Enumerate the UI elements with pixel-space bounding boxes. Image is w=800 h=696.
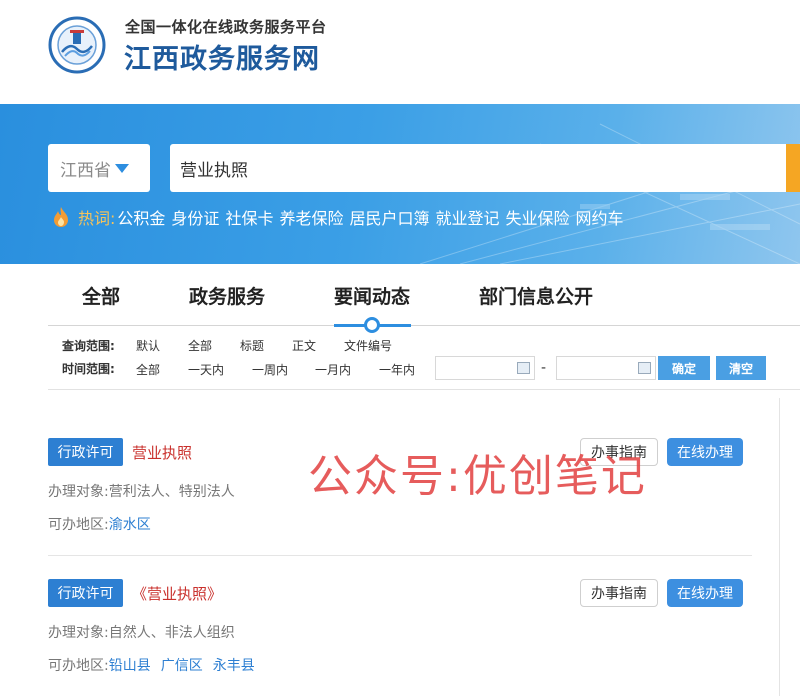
site-header: 全国一体化在线政务服务平台 江西政务服务网 <box>0 0 800 104</box>
online-apply-button[interactable]: 在线办理 <box>667 438 743 466</box>
result-target: 办理对象:自然人、非法人组织 <box>48 622 235 642</box>
time-filter-row: 时间范围: <box>62 358 136 378</box>
clear-button[interactable]: 清空 <box>716 356 766 380</box>
region-dropdown[interactable]: 江西省 <box>48 144 150 192</box>
target-value: 自然人、非法人组织 <box>108 625 235 641</box>
area-label: 可办地区: <box>48 517 109 533</box>
guide-button[interactable]: 办事指南 <box>580 579 658 607</box>
category-badge: 行政许可 <box>48 438 123 466</box>
tab-divider <box>48 325 800 326</box>
tab-news[interactable]: 要闻动态 <box>334 282 410 309</box>
target-label: 办理对象: <box>48 625 109 641</box>
scope-filter-label: 查询范围: <box>62 338 115 353</box>
result-divider <box>48 555 752 556</box>
time-option-year[interactable]: 一年内 <box>379 361 415 378</box>
hot-keyword[interactable]: 网约车 <box>576 205 624 229</box>
date-separator: - <box>541 360 547 376</box>
result-item: 行政许可 《营业执照》 办理对象:自然人、非法人组织 可办地区:铅山县 广信区 永丰… <box>48 579 752 679</box>
search-banner: 江西省 热词: 公积金 身份证 社保卡 养老保险 居民户口簿 就业登记 失业保险… <box>0 104 800 264</box>
end-date-input[interactable] <box>556 356 656 380</box>
time-filter-label: 时间范围: <box>62 361 115 376</box>
scope-option-body[interactable]: 正文 <box>292 337 316 354</box>
result-title[interactable]: 营业执照 <box>132 442 192 463</box>
confirm-button[interactable]: 确定 <box>658 356 710 380</box>
scrollbar-track[interactable] <box>779 398 780 696</box>
scope-option-doc-number[interactable]: 文件编号 <box>344 337 392 354</box>
result-areas: 可办地区:铅山县 广信区 永丰县 <box>48 655 265 675</box>
result-tabs: 全部 政务服务 要闻动态 部门信息公开 <box>0 264 800 326</box>
filter-divider <box>48 389 800 390</box>
watermark-text: 公众号:优创笔记 <box>308 451 647 502</box>
hot-keyword[interactable]: 公积金 <box>117 205 165 229</box>
start-date-input[interactable] <box>435 356 535 380</box>
result-areas: 可办地区:渝水区 <box>48 514 161 534</box>
calendar-icon <box>517 362 530 374</box>
province-emblem-icon[interactable] <box>48 16 106 74</box>
hot-keywords: 热词: 公积金 身份证 社保卡 养老保险 居民户口簿 就业登记 失业保险 网约车 <box>52 205 630 229</box>
tab-all[interactable]: 全部 <box>82 282 120 309</box>
calendar-icon <box>638 362 651 374</box>
hot-keyword[interactable]: 养老保险 <box>279 205 343 229</box>
scope-option-default[interactable]: 默认 <box>136 337 160 354</box>
area-link[interactable]: 铅山县 <box>109 658 151 674</box>
target-label: 办理对象: <box>48 484 109 500</box>
search-button[interactable] <box>786 144 800 192</box>
hot-keyword[interactable]: 居民户口簿 <box>349 205 429 229</box>
result-target: 办理对象:营利法人、特别法人 <box>48 481 235 501</box>
category-badge: 行政许可 <box>48 579 123 607</box>
flame-icon <box>54 207 68 227</box>
area-link[interactable]: 永丰县 <box>213 658 255 674</box>
area-link[interactable]: 广信区 <box>161 658 203 674</box>
target-value: 营利法人、特别法人 <box>108 484 235 500</box>
caret-down-icon <box>115 163 129 173</box>
region-dropdown-label: 江西省 <box>60 160 111 181</box>
time-option-day[interactable]: 一天内 <box>188 361 224 378</box>
hot-keyword[interactable]: 身份证 <box>171 205 219 229</box>
search-input[interactable] <box>170 144 800 192</box>
area-link[interactable]: 渝水区 <box>109 517 151 533</box>
tab-department-disclosure[interactable]: 部门信息公开 <box>479 282 593 309</box>
scope-option-all[interactable]: 全部 <box>188 337 212 354</box>
hot-label: 热词: <box>78 209 116 228</box>
time-option-week[interactable]: 一周内 <box>252 361 288 378</box>
scope-filter-row: 查询范围: <box>62 335 136 355</box>
filter-panel: 查询范围: 默认 全部 标题 正文 文件编号 时间范围: 全部 一天内 一周内 … <box>0 330 800 390</box>
platform-subtitle: 全国一体化在线政务服务平台 <box>125 18 327 36</box>
site-title[interactable]: 江西政务服务网 <box>124 37 320 76</box>
time-option-month[interactable]: 一月内 <box>315 361 351 378</box>
area-label: 可办地区: <box>48 658 109 674</box>
hot-keyword[interactable]: 就业登记 <box>435 205 499 229</box>
hot-keyword[interactable]: 社保卡 <box>225 205 273 229</box>
online-apply-button[interactable]: 在线办理 <box>667 579 743 607</box>
time-option-all[interactable]: 全部 <box>136 361 160 378</box>
tab-government-services[interactable]: 政务服务 <box>189 282 265 309</box>
result-title[interactable]: 《营业执照》 <box>132 583 222 604</box>
hot-keyword[interactable]: 失业保险 <box>506 205 570 229</box>
scope-option-title[interactable]: 标题 <box>240 337 264 354</box>
